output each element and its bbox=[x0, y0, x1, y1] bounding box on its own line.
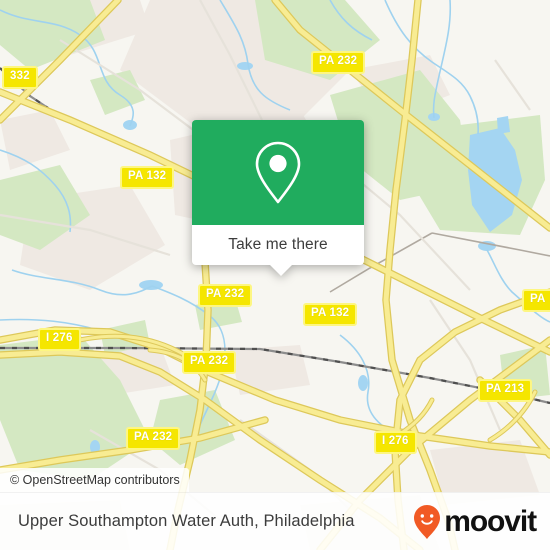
moovit-wordmark: moovit bbox=[444, 504, 537, 538]
road-shield: PA 232 bbox=[126, 427, 181, 450]
osm-attribution[interactable]: © OpenStreetMap contributors bbox=[0, 468, 189, 492]
moovit-map-screenshot: 332 PA 232 PA 132 PA 232 PA 132 PA I 276 PA 232… bbox=[0, 0, 550, 550]
place-name-label: Upper Southampton Water Auth, Philadelph… bbox=[18, 512, 355, 530]
callout-tail bbox=[270, 265, 292, 276]
road-shield: PA 232 bbox=[311, 51, 366, 74]
take-me-there-label: Take me there bbox=[228, 236, 328, 253]
road-shield: I 276 bbox=[38, 328, 81, 351]
moovit-smiley-pin-icon bbox=[414, 504, 441, 539]
road-shield: PA 232 bbox=[198, 284, 253, 307]
bottom-info-bar: Upper Southampton Water Auth, Philadelph… bbox=[0, 492, 550, 550]
road-shield: PA 232 bbox=[182, 351, 237, 374]
destination-callout[interactable]: Take me there bbox=[192, 120, 364, 276]
moovit-logo[interactable]: moovit bbox=[412, 504, 537, 540]
location-pin-icon bbox=[255, 141, 301, 203]
road-shield: PA bbox=[522, 289, 550, 312]
road-shield: I 276 bbox=[374, 431, 417, 454]
road-shield: PA 132 bbox=[120, 166, 175, 189]
callout-action-panel[interactable]: Take me there bbox=[192, 225, 364, 276]
road-shield: PA 213 bbox=[478, 379, 533, 402]
callout-pin-panel bbox=[192, 120, 364, 225]
road-shield: PA 132 bbox=[303, 303, 358, 326]
road-shield: 332 bbox=[2, 66, 38, 89]
